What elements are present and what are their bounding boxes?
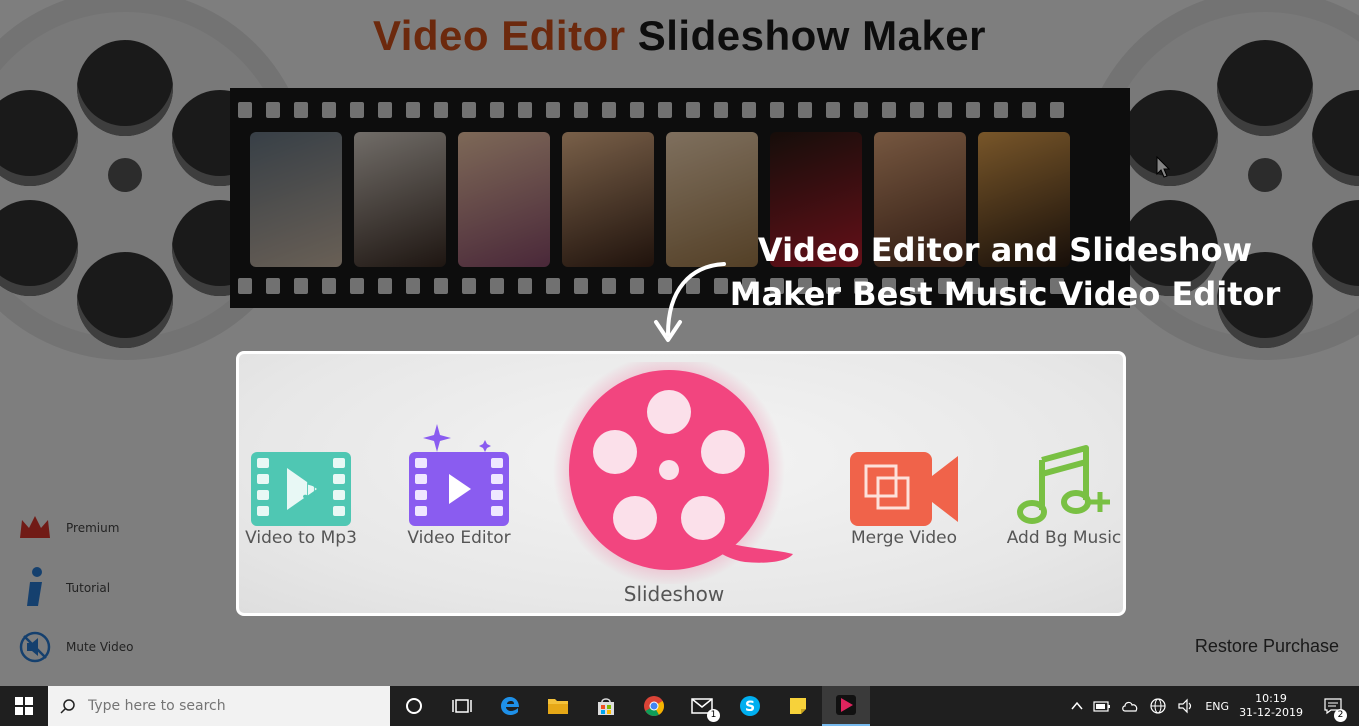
search-icon xyxy=(60,699,75,714)
chevron-up-icon[interactable] xyxy=(1071,701,1083,711)
language-indicator[interactable]: ENG xyxy=(1205,700,1229,713)
skype-icon: S xyxy=(740,696,760,716)
chrome-icon xyxy=(644,696,664,717)
callout-line-2: Maker Best Music Video Editor xyxy=(729,275,1281,313)
taskbar-search[interactable] xyxy=(48,686,390,726)
merge-video-icon xyxy=(850,452,958,526)
slideshow-button[interactable]: Slideshow xyxy=(549,362,799,606)
task-view-button[interactable] xyxy=(438,686,486,726)
edge-browser-button[interactable] xyxy=(486,686,534,726)
curved-arrow-icon xyxy=(654,262,726,342)
sticky-notes-button[interactable] xyxy=(774,686,822,726)
sticky-note-icon xyxy=(790,698,806,714)
clock-date: 31-12-2019 xyxy=(1239,706,1303,719)
cortana-button[interactable] xyxy=(390,686,438,726)
system-tray: ENG 10:19 31-12-2019 2 xyxy=(1071,686,1359,726)
slideshow-label: Slideshow xyxy=(623,582,725,606)
clock-time: 10:19 xyxy=(1255,692,1287,705)
action-center-button[interactable]: 2 xyxy=(1313,686,1353,726)
merge-video-button[interactable]: Merge Video xyxy=(839,450,969,548)
video-to-mp3-icon: ♫ xyxy=(251,452,351,526)
mail-button[interactable]: 1 xyxy=(678,686,726,726)
edge-icon xyxy=(501,697,519,715)
cortana-circle-icon xyxy=(406,698,422,714)
task-view-icon xyxy=(452,699,472,713)
video-to-mp3-button[interactable]: ♫ Video to Mp3 xyxy=(245,450,357,548)
network-globe-icon[interactable] xyxy=(1149,697,1167,715)
windows-taskbar: 1 S xyxy=(0,686,1359,726)
chrome-button[interactable] xyxy=(630,686,678,726)
add-bg-music-label: Add Bg Music xyxy=(1006,528,1122,548)
search-input[interactable] xyxy=(88,698,368,714)
battery-icon[interactable] xyxy=(1093,699,1111,713)
store-button[interactable] xyxy=(582,686,630,726)
app-play-icon xyxy=(836,695,856,715)
tools-panel: ♫ Video to Mp3 Video Editor Slideshow Me… xyxy=(236,351,1126,616)
start-button[interactable] xyxy=(0,686,48,726)
video-editor-app-button[interactable] xyxy=(822,686,870,726)
volume-icon[interactable] xyxy=(1177,698,1195,714)
file-explorer-button[interactable] xyxy=(534,686,582,726)
music-note-add-icon xyxy=(1017,445,1110,524)
store-bag-icon xyxy=(598,698,614,715)
taskbar-clock[interactable]: 10:19 31-12-2019 xyxy=(1239,692,1303,720)
merge-video-label: Merge Video xyxy=(850,528,958,548)
notification-count-badge: 2 xyxy=(1334,709,1347,722)
svg-text:S: S xyxy=(745,699,755,715)
callout-caption: Video Editor and Slideshow Maker Best Mu… xyxy=(705,228,1305,316)
add-bg-music-button[interactable]: Add Bg Music xyxy=(1001,444,1123,548)
folder-icon xyxy=(548,699,568,714)
video-editor-icon xyxy=(409,424,509,526)
cloud-sync-icon[interactable] xyxy=(1121,699,1139,713)
callout-line-1: Video Editor and Slideshow xyxy=(757,231,1253,269)
video-editor-label: Video Editor xyxy=(407,528,511,548)
film-reel-icon xyxy=(553,362,793,584)
skype-button[interactable]: S xyxy=(726,686,774,726)
mail-unread-badge: 1 xyxy=(707,709,720,722)
video-to-mp3-label: Video to Mp3 xyxy=(245,528,357,548)
svg-text:♫: ♫ xyxy=(299,479,319,504)
video-editor-button[interactable]: Video Editor xyxy=(399,422,519,548)
windows-logo-icon xyxy=(15,697,33,715)
